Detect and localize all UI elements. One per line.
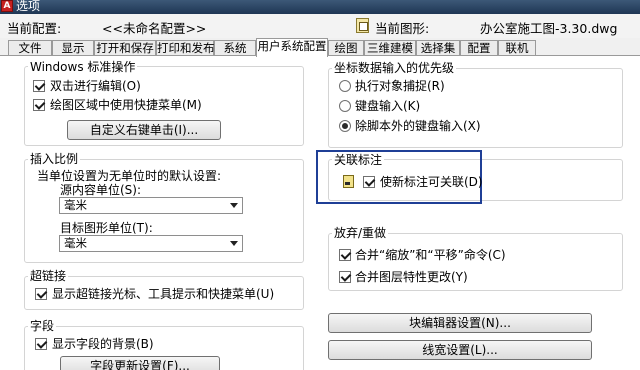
hyperlink-label[interactable]: 显示超链接光标、工具提示和快捷菜单(U) — [52, 287, 274, 301]
right-click-customization-button[interactable]: 自定义右键单击(I)... — [67, 120, 221, 140]
associative-dimension-icon — [342, 174, 354, 188]
target-units-value: 毫米 — [64, 236, 87, 250]
tab-user-preferences[interactable]: 用户系统配置 — [256, 38, 328, 57]
combine-layer-changes-label[interactable]: 合并图层特性更改(Y) — [355, 270, 468, 284]
combine-layer-changes-checkbox[interactable] — [339, 271, 351, 283]
current-drawing-label: 当前图形: — [375, 21, 430, 36]
current-profile-label: 当前配置: — [7, 21, 62, 36]
target-units-label: 目标图形单位(T): — [60, 221, 153, 235]
keyboard-entry-label[interactable]: 键盘输入(K) — [355, 99, 420, 113]
insert-scale-description: 当单位设置为无单位时的默认设置: — [37, 169, 222, 183]
coord-priority-title: 坐标数据输入的优先级 — [332, 61, 457, 75]
current-drawing-value: 办公室施工图-3.30.dwg — [480, 21, 618, 36]
associative-dim-title: 关联标注 — [332, 153, 385, 167]
tab-system[interactable]: 系统 — [214, 40, 256, 56]
profile-info-row: 当前配置: <<未命名配置>> 当前图形: 办公室施工图-3.30.dwg — [0, 14, 640, 38]
combine-zoom-pan-checkbox[interactable] — [339, 249, 351, 261]
double-click-edit-label[interactable]: 双击进行编辑(O) — [50, 79, 141, 93]
tab-content-user-preferences: Windows 标准操作 双击进行编辑(O) 绘图区域中使用快捷菜单(M) 自定… — [0, 56, 640, 370]
keyboard-entry-radio[interactable] — [339, 100, 351, 112]
tab-3d-modeling[interactable]: 三维建模 — [364, 40, 416, 56]
keyboard-except-scripts-label[interactable]: 除脚本外的键盘输入(X) — [355, 119, 481, 133]
keyboard-except-scripts-radio[interactable] — [339, 120, 351, 132]
tab-open-save[interactable]: 打开和保存 — [94, 40, 156, 56]
field-background-label[interactable]: 显示字段的背景(B) — [52, 337, 154, 351]
target-units-select[interactable]: 毫米 — [59, 235, 243, 252]
chevron-down-icon — [230, 241, 238, 246]
tab-bar: 文件 显示 打开和保存 打印和发布 系统 用户系统配置 绘图 三维建模 选择集 … — [0, 38, 640, 57]
current-profile-value: <<未命名配置>> — [102, 21, 207, 36]
tab-drafting[interactable]: 绘图 — [328, 40, 364, 56]
insert-scale-title: 插入比例 — [28, 152, 81, 166]
lineweight-settings-button[interactable]: 线宽设置(L)... — [328, 340, 592, 360]
combine-zoom-pan-label[interactable]: 合并“缩放”和“平移”命令(C) — [355, 248, 506, 262]
tab-plot-publish[interactable]: 打印和发布 — [156, 40, 215, 56]
running-object-snap-label[interactable]: 执行对象捕捉(R) — [355, 79, 445, 93]
shortcut-menu-checkbox[interactable] — [33, 99, 45, 111]
chevron-down-icon — [230, 203, 238, 208]
field-background-checkbox[interactable] — [35, 338, 47, 350]
title-bar[interactable]: A 选项 — [0, 0, 640, 14]
windows-standard-title: Windows 标准操作 — [28, 60, 138, 74]
tab-files[interactable]: 文件 — [8, 40, 52, 56]
field-title: 字段 — [28, 319, 57, 333]
hyperlink-checkbox[interactable] — [35, 288, 47, 300]
associative-dim-checkbox[interactable] — [363, 176, 375, 188]
tab-selection[interactable]: 选择集 — [416, 40, 460, 56]
double-click-edit-checkbox[interactable] — [33, 80, 45, 92]
tab-online[interactable]: 联机 — [498, 40, 536, 56]
shortcut-menu-label[interactable]: 绘图区域中使用快捷菜单(M) — [50, 98, 202, 112]
field-update-settings-button[interactable]: 字段更新设置(F)... — [60, 356, 220, 370]
running-object-snap-radio[interactable] — [339, 80, 351, 92]
source-units-select[interactable]: 毫米 — [59, 197, 243, 214]
drawing-file-icon — [356, 18, 369, 33]
source-units-label: 源内容单位(S): — [60, 183, 142, 197]
associative-dim-label[interactable]: 使新标注可关联(D) — [380, 175, 483, 189]
tab-display[interactable]: 显示 — [52, 40, 94, 56]
undo-redo-title: 放弃/重做 — [332, 226, 389, 240]
source-units-value: 毫米 — [64, 198, 87, 212]
window-title: 选项 — [16, 0, 41, 13]
block-editor-settings-button[interactable]: 块编辑器设置(N)... — [328, 313, 592, 333]
hyperlink-title: 超链接 — [28, 269, 69, 283]
tab-profiles[interactable]: 配置 — [460, 40, 498, 56]
app-icon: A — [1, 0, 13, 12]
